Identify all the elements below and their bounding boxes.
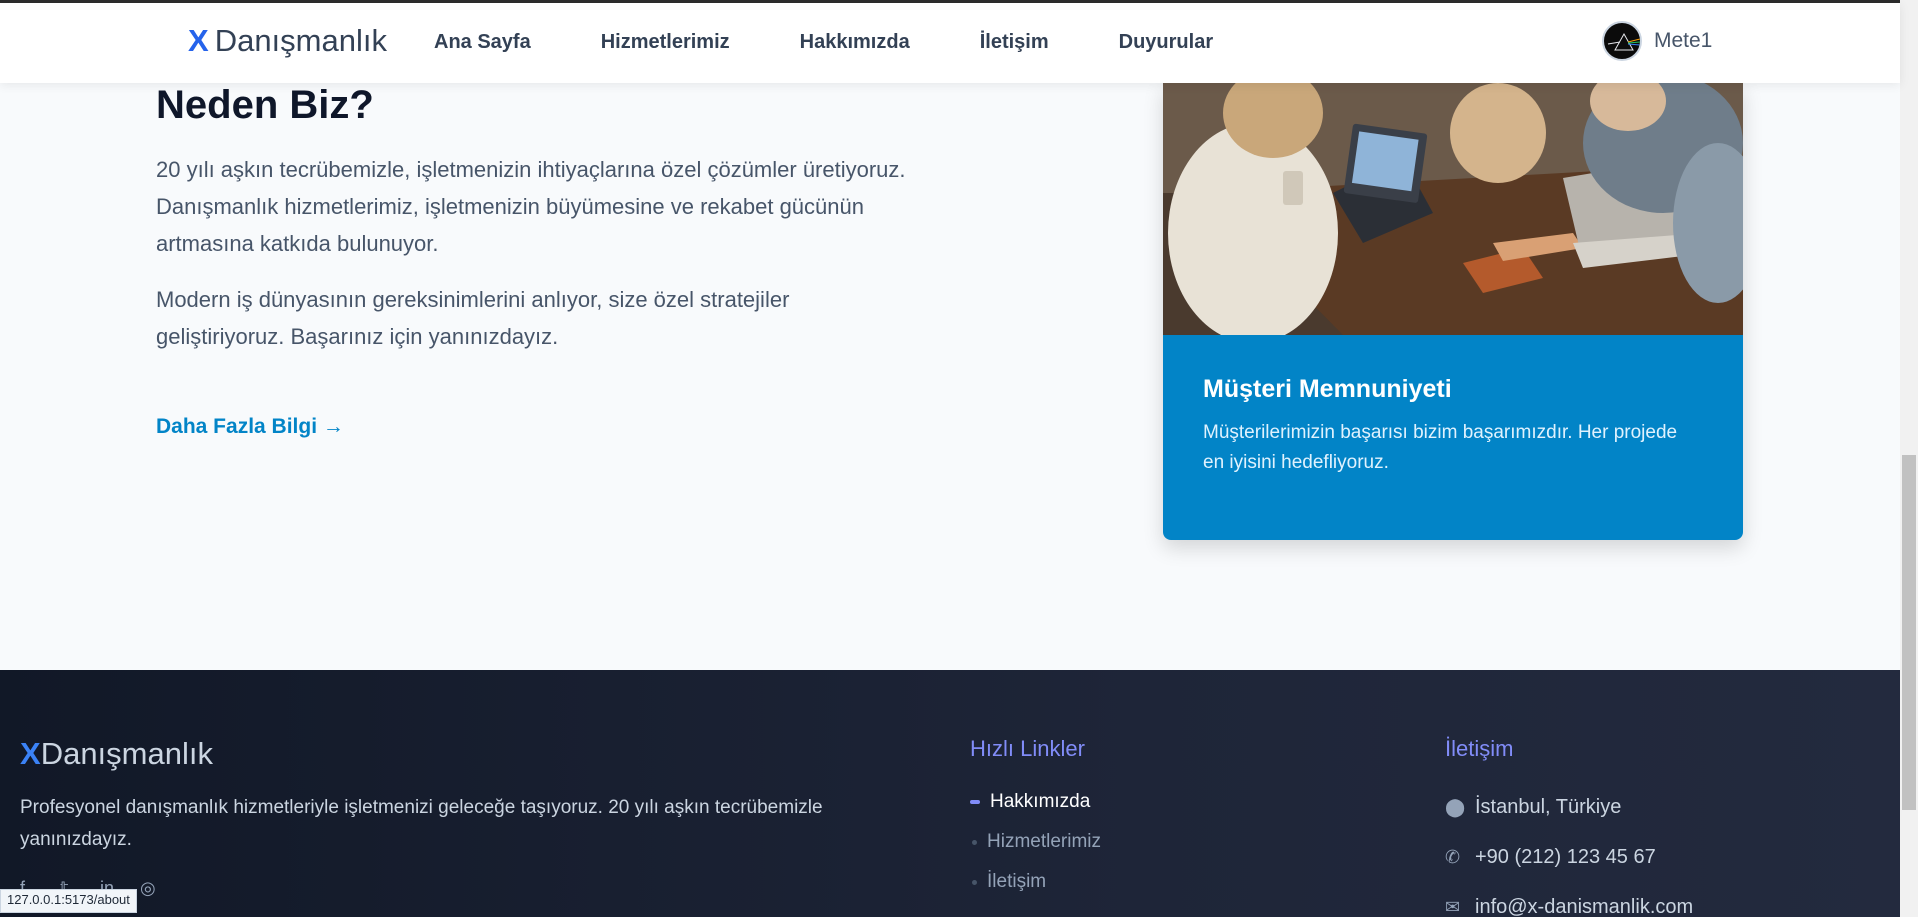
phone-text: +90 (212) 123 45 67 bbox=[1475, 845, 1656, 868]
phone-icon: ✆ bbox=[1445, 846, 1461, 867]
footer-description: Profesyonel danışmanlık hizmetleriyle iş… bbox=[20, 797, 823, 850]
contact-address: ⬤ İstanbul, Türkiye bbox=[1445, 782, 1693, 832]
quick-link-label: Hizmetlerimiz bbox=[987, 831, 1101, 852]
envelope-icon: ✉ bbox=[1445, 896, 1461, 917]
main-content: Neden Biz? 20 yılı aşkın tecrübemizle, i… bbox=[0, 83, 1900, 670]
quick-links-title: Hızlı Linkler bbox=[970, 736, 1085, 761]
quick-link-about[interactable]: Hakkımızda bbox=[970, 782, 1101, 822]
bullet-icon bbox=[972, 879, 977, 885]
location-pin-icon: ⬤ bbox=[1445, 796, 1466, 817]
nav-contact[interactable]: İletişim bbox=[980, 31, 1049, 54]
avatar bbox=[1602, 21, 1642, 61]
logo-x: X bbox=[188, 23, 209, 58]
footer-logo-text: Danışmanlık bbox=[40, 736, 213, 771]
footer-logo[interactable]: XDanışmanlık bbox=[20, 736, 213, 772]
page-title: Neden Biz? bbox=[156, 83, 374, 127]
satisfaction-card: Müşteri Memnuniyeti Müşterilerimizin baş… bbox=[1163, 83, 1743, 540]
nav-announcements[interactable]: Duyurular bbox=[1119, 31, 1213, 54]
footer-logo-x: X bbox=[20, 736, 41, 771]
nav-services[interactable]: Hizmetlerimiz bbox=[601, 31, 730, 54]
footer: XDanışmanlık Profesyonel danışmanlık hiz… bbox=[0, 670, 1900, 917]
vertical-scrollbar[interactable] bbox=[1900, 0, 1918, 917]
card-title: Müşteri Memnuniyeti bbox=[1203, 375, 1452, 403]
contact-title: İletişim bbox=[1445, 736, 1514, 761]
status-bar-url: 127.0.0.1:5173/about bbox=[0, 889, 137, 913]
more-info-link[interactable]: Daha Fazla Bilgi → bbox=[156, 415, 344, 439]
quick-link-contact[interactable]: İletişim bbox=[970, 862, 1101, 902]
bullet-icon bbox=[972, 839, 977, 845]
nav-home[interactable]: Ana Sayfa bbox=[434, 31, 531, 54]
email-text: info@x-danismanlik.com bbox=[1475, 895, 1694, 917]
bullet-icon bbox=[970, 800, 980, 804]
site-logo[interactable]: X Danışmanlık bbox=[188, 23, 387, 59]
contact-list: ⬤ İstanbul, Türkiye ✆ +90 (212) 123 45 67 … bbox=[1445, 782, 1693, 917]
card-text: Müşterilerimizin başarısı bizim başarımı… bbox=[1203, 422, 1678, 473]
nav-about[interactable]: Hakkımızda bbox=[800, 31, 910, 54]
quick-links-section: Hızlı Linkler Hakkımızda Hizmetlerimiz İ… bbox=[970, 736, 1101, 902]
card-body: Müşteri Memnuniyeti Müşterilerimizin baş… bbox=[1163, 335, 1743, 540]
navbar: X Danışmanlık Ana Sayfa Hizmetlerimiz Hak… bbox=[0, 3, 1900, 83]
quick-links-list: Hakkımızda Hizmetlerimiz İletişim bbox=[970, 782, 1101, 902]
quick-link-label: Hakkımızda bbox=[990, 791, 1091, 812]
main-nav: Ana Sayfa Hizmetlerimiz Hakkımızda İleti… bbox=[434, 31, 1283, 54]
contact-email[interactable]: ✉ info@x-danismanlik.com bbox=[1445, 882, 1693, 917]
quick-link-label: İletişim bbox=[987, 871, 1047, 892]
contact-section: İletişim ⬤ İstanbul, Türkiye ✆ +90 (212) 1… bbox=[1445, 736, 1693, 917]
logo-text: Danışmanlık bbox=[214, 23, 387, 58]
address-text: İstanbul, Türkiye bbox=[1475, 795, 1622, 818]
intro-paragraph: 20 yılı aşkın tecrübemizle, işletmenizin… bbox=[156, 157, 906, 256]
username: Mete1 bbox=[1654, 29, 1713, 52]
team-meeting-photo bbox=[1163, 83, 1743, 335]
scrollbar-thumb[interactable] bbox=[1902, 455, 1916, 810]
second-paragraph: Modern iş dünyasının gereksinimlerini an… bbox=[156, 287, 790, 349]
contact-phone[interactable]: ✆ +90 (212) 123 45 67 bbox=[1445, 832, 1693, 882]
quick-link-services[interactable]: Hizmetlerimiz bbox=[970, 822, 1101, 862]
user-menu[interactable]: Mete1 bbox=[1602, 21, 1712, 61]
instagram-icon[interactable]: ◎ bbox=[140, 878, 160, 898]
